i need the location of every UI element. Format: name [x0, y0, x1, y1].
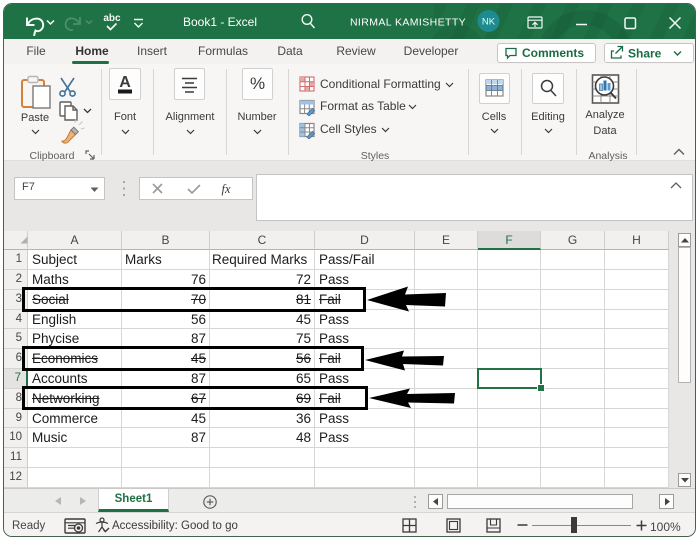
svg-text:Share: Share [628, 47, 662, 61]
svg-text:Comments: Comments [522, 46, 584, 60]
svg-text:abc: abc [103, 13, 121, 24]
svg-text:A: A [119, 74, 131, 91]
svg-text:NK: NK [482, 17, 496, 28]
svg-text:fx: fx [221, 182, 230, 196]
svg-text:Book1 - Excel: Book1 - Excel [183, 15, 257, 29]
svg-text:NIRMAL KAMISHETTY: NIRMAL KAMISHETTY [350, 17, 466, 29]
